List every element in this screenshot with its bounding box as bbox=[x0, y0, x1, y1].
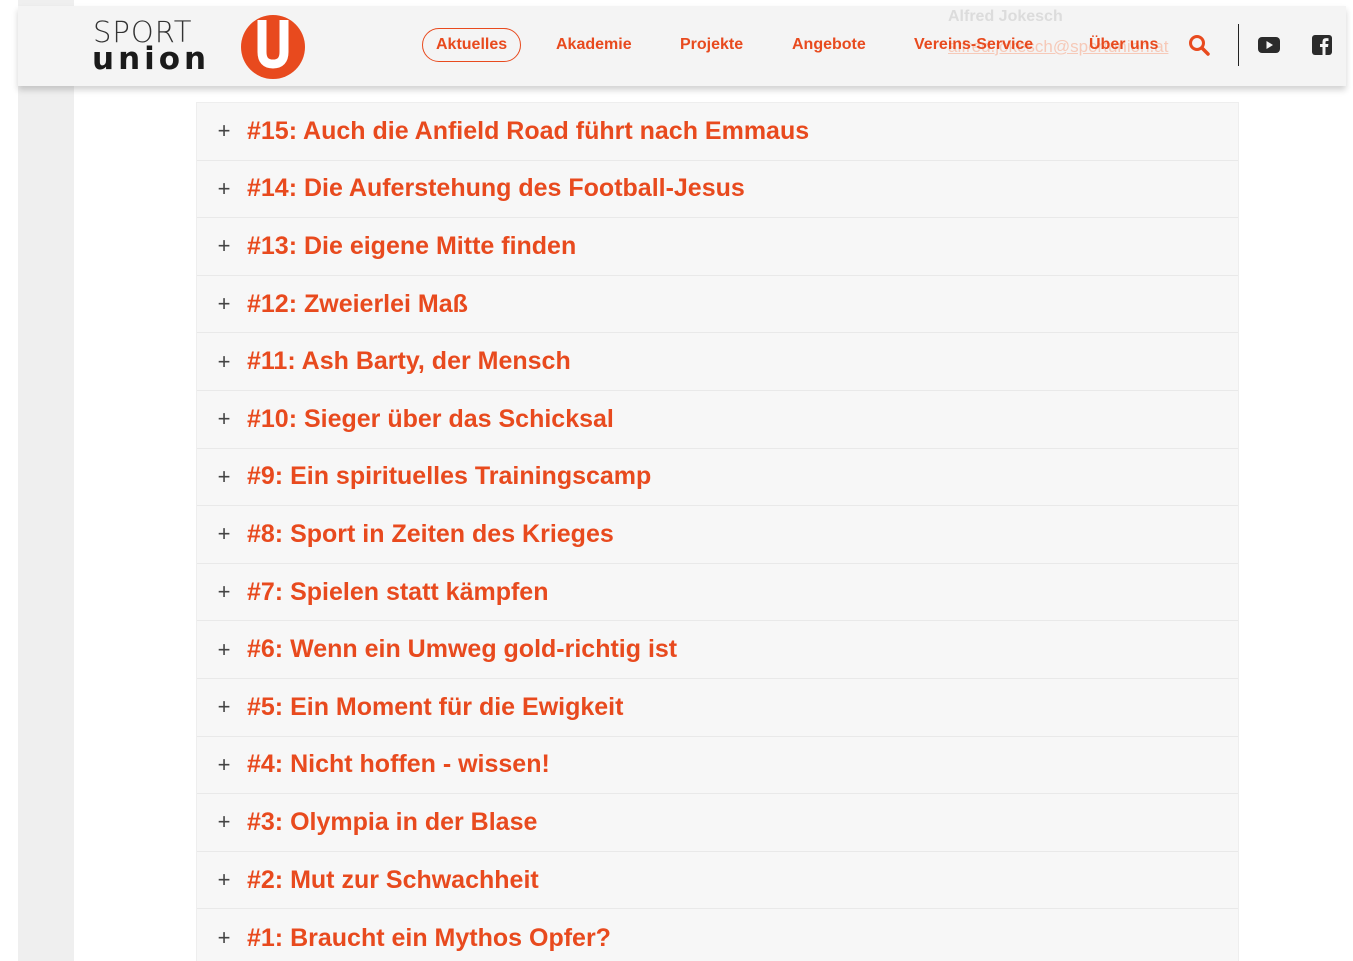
accordion-item[interactable]: + #1: Braucht ein Mythos Opfer? bbox=[197, 909, 1238, 961]
header-divider bbox=[1238, 24, 1239, 66]
episode-accordion: + #15: Auch die Anfield Road führt nach E… bbox=[196, 102, 1239, 961]
accordion-item-title: #15: Auch die Anfield Road führt nach Em… bbox=[247, 116, 810, 145]
plus-icon: + bbox=[217, 867, 231, 893]
site-header: SPORT union Alfred Jokesch alfred.jokesc… bbox=[18, 6, 1346, 86]
accordion-item[interactable]: + #10: Sieger über das Schicksal bbox=[197, 391, 1238, 449]
accordion-item-title: #2: Mut zur Schwachheit bbox=[247, 865, 539, 894]
accordion-item-title: #3: Olympia in der Blase bbox=[247, 807, 538, 836]
search-icon[interactable] bbox=[1188, 34, 1210, 56]
nav-vereins-service[interactable]: Vereins-Service bbox=[914, 28, 1033, 62]
nav-ueber-uns[interactable]: Über uns bbox=[1089, 28, 1158, 62]
plus-icon: + bbox=[217, 579, 231, 605]
youtube-icon[interactable] bbox=[1258, 36, 1280, 54]
accordion-item[interactable]: + #9: Ein spirituelles Trainingscamp bbox=[197, 449, 1238, 507]
left-margin-strip bbox=[18, 0, 74, 961]
nav-angebote[interactable]: Angebote bbox=[792, 28, 866, 62]
plus-icon: + bbox=[217, 233, 231, 259]
accordion-item-title: #5: Ein Moment für die Ewigkeit bbox=[247, 692, 624, 721]
accordion-item[interactable]: + #7: Spielen statt kämpfen bbox=[197, 564, 1238, 622]
accordion-item-title: #9: Ein spirituelles Trainingscamp bbox=[247, 462, 652, 491]
accordion-item[interactable]: + #3: Olympia in der Blase bbox=[197, 794, 1238, 852]
nav-aktuelles[interactable]: Aktuelles bbox=[422, 28, 522, 62]
accordion-item[interactable]: + #13: Die eigene Mitte finden bbox=[197, 218, 1238, 276]
plus-icon: + bbox=[217, 406, 231, 432]
accordion-item-title: #10: Sieger über das Schicksal bbox=[247, 404, 614, 433]
plus-icon: + bbox=[217, 636, 231, 662]
accordion-item-title: #4: Nicht hoffen - wissen! bbox=[247, 750, 550, 779]
accordion-item-title: #1: Braucht ein Mythos Opfer? bbox=[247, 923, 611, 952]
facebook-icon[interactable] bbox=[1312, 35, 1332, 55]
accordion-item[interactable]: + #2: Mut zur Schwachheit bbox=[197, 852, 1238, 910]
accordion-item[interactable]: + #11: Ash Barty, der Mensch bbox=[197, 333, 1238, 391]
accordion-item-title: #6: Wenn ein Umweg gold-richtig ist bbox=[247, 635, 678, 664]
accordion-item-title: #14: Die Auferstehung des Football-Jesus bbox=[247, 174, 745, 203]
accordion-item[interactable]: + #5: Ein Moment für die Ewigkeit bbox=[197, 679, 1238, 737]
accordion-item-title: #12: Zweierlei Maß bbox=[247, 289, 468, 318]
sportunion-logo[interactable]: SPORT union bbox=[90, 14, 310, 80]
plus-icon: + bbox=[217, 751, 231, 777]
plus-icon: + bbox=[217, 291, 231, 317]
plus-icon: + bbox=[217, 521, 231, 547]
accordion-item-title: #8: Sport in Zeiten des Krieges bbox=[247, 519, 614, 548]
accordion-item[interactable]: + #4: Nicht hoffen - wissen! bbox=[197, 737, 1238, 795]
accordion-item[interactable]: + #15: Auch die Anfield Road führt nach E… bbox=[197, 103, 1238, 161]
plus-icon: + bbox=[217, 925, 231, 951]
plus-icon: + bbox=[217, 118, 231, 144]
nav-projekte[interactable]: Projekte bbox=[680, 28, 743, 62]
accordion-item-title: #11: Ash Barty, der Mensch bbox=[247, 347, 571, 376]
accordion-item-title: #13: Die eigene Mitte finden bbox=[247, 231, 577, 260]
accordion-item[interactable]: + #6: Wenn ein Umweg gold-richtig ist bbox=[197, 621, 1238, 679]
plus-icon: + bbox=[217, 809, 231, 835]
nav-akademie[interactable]: Akademie bbox=[556, 28, 632, 62]
plus-icon: + bbox=[217, 348, 231, 374]
accordion-item[interactable]: + #12: Zweierlei Maß bbox=[197, 276, 1238, 334]
overlay-author-name: Alfred Jokesch bbox=[948, 8, 1063, 25]
plus-icon: + bbox=[217, 175, 231, 201]
accordion-item-title: #7: Spielen statt kämpfen bbox=[247, 577, 549, 606]
logo-u-mark-icon bbox=[241, 15, 305, 79]
plus-icon: + bbox=[217, 463, 231, 489]
plus-icon: + bbox=[217, 694, 231, 720]
logo-text-union: union bbox=[92, 41, 211, 77]
accordion-item[interactable]: + #8: Sport in Zeiten des Krieges bbox=[197, 506, 1238, 564]
accordion-item[interactable]: + #14: Die Auferstehung des Football-Jesu… bbox=[197, 161, 1238, 219]
